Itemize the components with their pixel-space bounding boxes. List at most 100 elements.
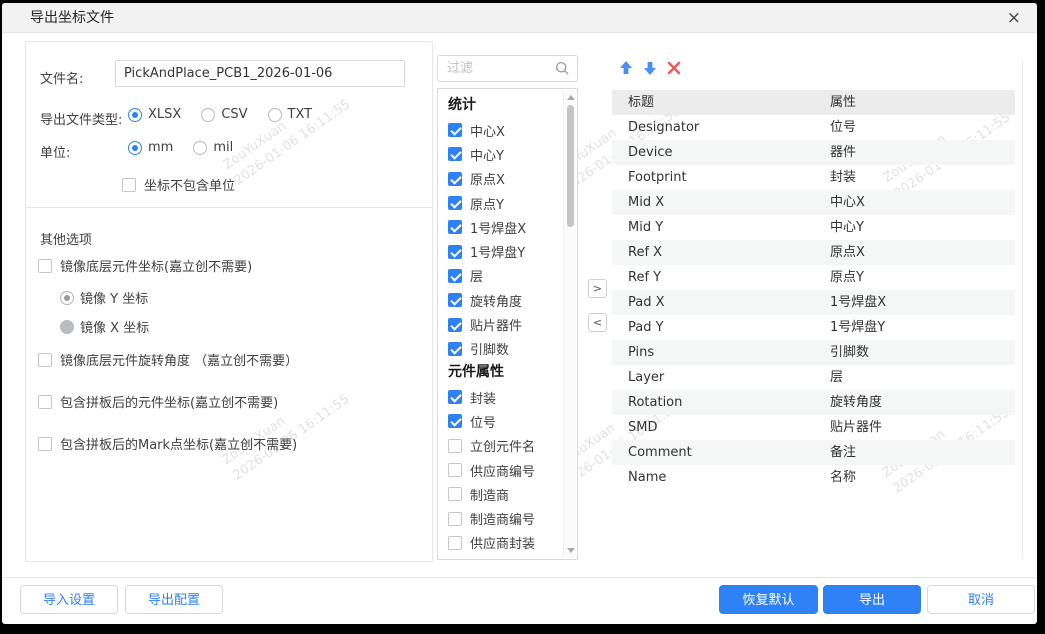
table-row[interactable]: Name名称 [612, 465, 1015, 490]
checkbox-icon[interactable] [448, 414, 462, 428]
table-row[interactable]: Rotation旋转角度 [612, 390, 1015, 415]
table-row[interactable]: Mid X中心X [612, 190, 1015, 215]
radio-label: mil [213, 140, 233, 155]
checkbox-icon[interactable] [448, 536, 462, 550]
table-row[interactable]: Ref X原点X [612, 240, 1015, 265]
table-row[interactable]: Ref Y原点Y [612, 265, 1015, 290]
export-config-button[interactable]: 导出配置 [125, 585, 223, 614]
table-row[interactable]: Pad Y1号焊盘Y [612, 315, 1015, 340]
field-item[interactable]: 原点X [448, 167, 566, 191]
table-row[interactable]: Mid Y中心Y [612, 215, 1015, 240]
field-item-label: 封装 [470, 388, 496, 407]
move-left-button[interactable]: < [588, 313, 607, 332]
field-item-label: 制造商编号 [470, 509, 535, 528]
unit-radio-mil[interactable]: mil [193, 140, 233, 155]
field-item[interactable]: 中心Y [448, 142, 566, 166]
unit-radio-mm[interactable]: mm [128, 140, 173, 155]
field-item[interactable]: 1号焊盘Y [448, 239, 566, 263]
checkbox-icon[interactable] [122, 178, 136, 192]
export-button[interactable]: 导出 [823, 585, 921, 614]
table-row[interactable]: Pins引脚数 [612, 340, 1015, 365]
panelized-coords-checkbox-row[interactable]: 包含拼板后的元件坐标(嘉立创不需要) [38, 392, 278, 411]
checkbox-icon[interactable] [38, 437, 52, 451]
field-item[interactable]: 中心X [448, 118, 566, 142]
unit-radio-group: mm mil [128, 140, 233, 155]
file-name-label: 文件名: [40, 68, 83, 87]
panelized-mark-checkbox-row[interactable]: 包含拼板后的Mark点坐标(嘉立创不需要) [38, 434, 297, 453]
checkbox-icon[interactable] [448, 245, 462, 259]
table-cell-title: Ref X [612, 240, 828, 265]
field-item[interactable]: 旋转角度 [448, 288, 566, 312]
field-item[interactable]: 封装 [448, 385, 566, 409]
scrollbar-thumb[interactable] [567, 105, 574, 227]
checkbox-icon[interactable] [448, 439, 462, 453]
checkbox-icon[interactable] [448, 512, 462, 526]
table-row[interactable]: Pad X1号焊盘X [612, 290, 1015, 315]
checkbox-icon[interactable] [448, 172, 462, 186]
checkbox-icon[interactable] [448, 123, 462, 137]
filter-box [437, 55, 578, 82]
restore-default-button[interactable]: 恢复默认 [719, 585, 818, 614]
checkbox-icon[interactable] [38, 395, 52, 409]
delete-icon[interactable] [666, 60, 682, 76]
panelized-mark-label: 包含拼板后的Mark点坐标(嘉立创不需要) [60, 434, 297, 453]
checkbox-icon[interactable] [448, 196, 462, 210]
checkbox-icon[interactable] [448, 487, 462, 501]
mirror-coords-checkbox-row[interactable]: 镜像底层元件坐标(嘉立创不需要) [38, 256, 252, 275]
field-item[interactable]: 引脚数 [448, 337, 566, 361]
field-item[interactable]: 嘉立创库类别 [448, 555, 566, 560]
table-row[interactable]: SMD贴片器件 [612, 415, 1015, 440]
import-settings-button[interactable]: 导入设置 [20, 585, 118, 614]
mirror-x-radio[interactable]: 镜像 X 坐标 [60, 317, 149, 336]
table-row[interactable]: Layer层 [612, 365, 1015, 390]
field-item[interactable]: 贴片器件 [448, 312, 566, 336]
checkbox-icon[interactable] [448, 342, 462, 356]
field-item[interactable]: 制造商编号 [448, 506, 566, 530]
file-name-input[interactable] [115, 60, 405, 87]
scrollbar[interactable] [563, 90, 576, 558]
checkbox-icon[interactable] [448, 463, 462, 477]
table-row[interactable]: Device器件 [612, 140, 1015, 165]
move-up-icon[interactable] [618, 60, 634, 76]
table-row[interactable]: Designator位号 [612, 115, 1015, 140]
checkbox-icon[interactable] [448, 390, 462, 404]
checkbox-icon[interactable] [448, 293, 462, 307]
field-item[interactable]: 1号焊盘X [448, 215, 566, 239]
file-type-radio-csv[interactable]: CSV [201, 107, 247, 122]
table-row[interactable]: Comment备注 [612, 440, 1015, 465]
scroll-up-icon[interactable] [567, 95, 575, 100]
mirror-y-label: 镜像 Y 坐标 [80, 288, 148, 307]
mirror-rotation-checkbox-row[interactable]: 镜像底层元件旋转角度 （嘉立创不需要） [38, 350, 298, 369]
checkbox-icon[interactable] [448, 269, 462, 283]
checkbox-icon[interactable] [38, 259, 52, 273]
field-item-label: 嘉立创库类别 [470, 558, 548, 560]
move-right-button[interactable]: > [588, 279, 607, 298]
no-unit-checkbox-row[interactable]: 坐标不包含单位 [122, 175, 235, 194]
table-cell-attr: 中心X [828, 190, 1015, 215]
cancel-button[interactable]: 取消 [927, 585, 1035, 614]
checkbox-icon[interactable] [448, 318, 462, 332]
checkbox-icon[interactable] [448, 147, 462, 161]
field-section-title: 统计 [448, 94, 566, 116]
field-item[interactable]: 供应商封装 [448, 531, 566, 555]
field-item[interactable]: 位号 [448, 409, 566, 433]
scroll-down-icon[interactable] [567, 548, 575, 553]
close-icon[interactable]: × [1007, 3, 1021, 33]
mirror-y-radio[interactable]: 镜像 Y 坐标 [60, 288, 148, 307]
field-item[interactable]: 制造商 [448, 482, 566, 506]
field-item[interactable]: 立创元件名 [448, 434, 566, 458]
field-item[interactable]: 原点Y [448, 191, 566, 215]
table-cell-attr: 原点Y [828, 265, 1015, 290]
table-row[interactable]: Footprint封装 [612, 165, 1015, 190]
file-type-radio-xlsx[interactable]: XLSX [128, 107, 181, 122]
field-list: 统计中心X中心Y原点X原点Y1号焊盘X1号焊盘Y层旋转角度贴片器件引脚数元件属性… [437, 88, 578, 560]
field-item[interactable]: 层 [448, 264, 566, 288]
checkbox-icon[interactable] [38, 353, 52, 367]
file-type-label: 导出文件类型: [40, 109, 122, 128]
move-down-icon[interactable] [642, 60, 658, 76]
table-cell-attr: 中心Y [828, 215, 1015, 240]
checkbox-icon[interactable] [448, 220, 462, 234]
file-type-radio-txt[interactable]: TXT [268, 107, 313, 122]
field-item[interactable]: 供应商编号 [448, 458, 566, 482]
filter-input[interactable] [438, 56, 559, 81]
